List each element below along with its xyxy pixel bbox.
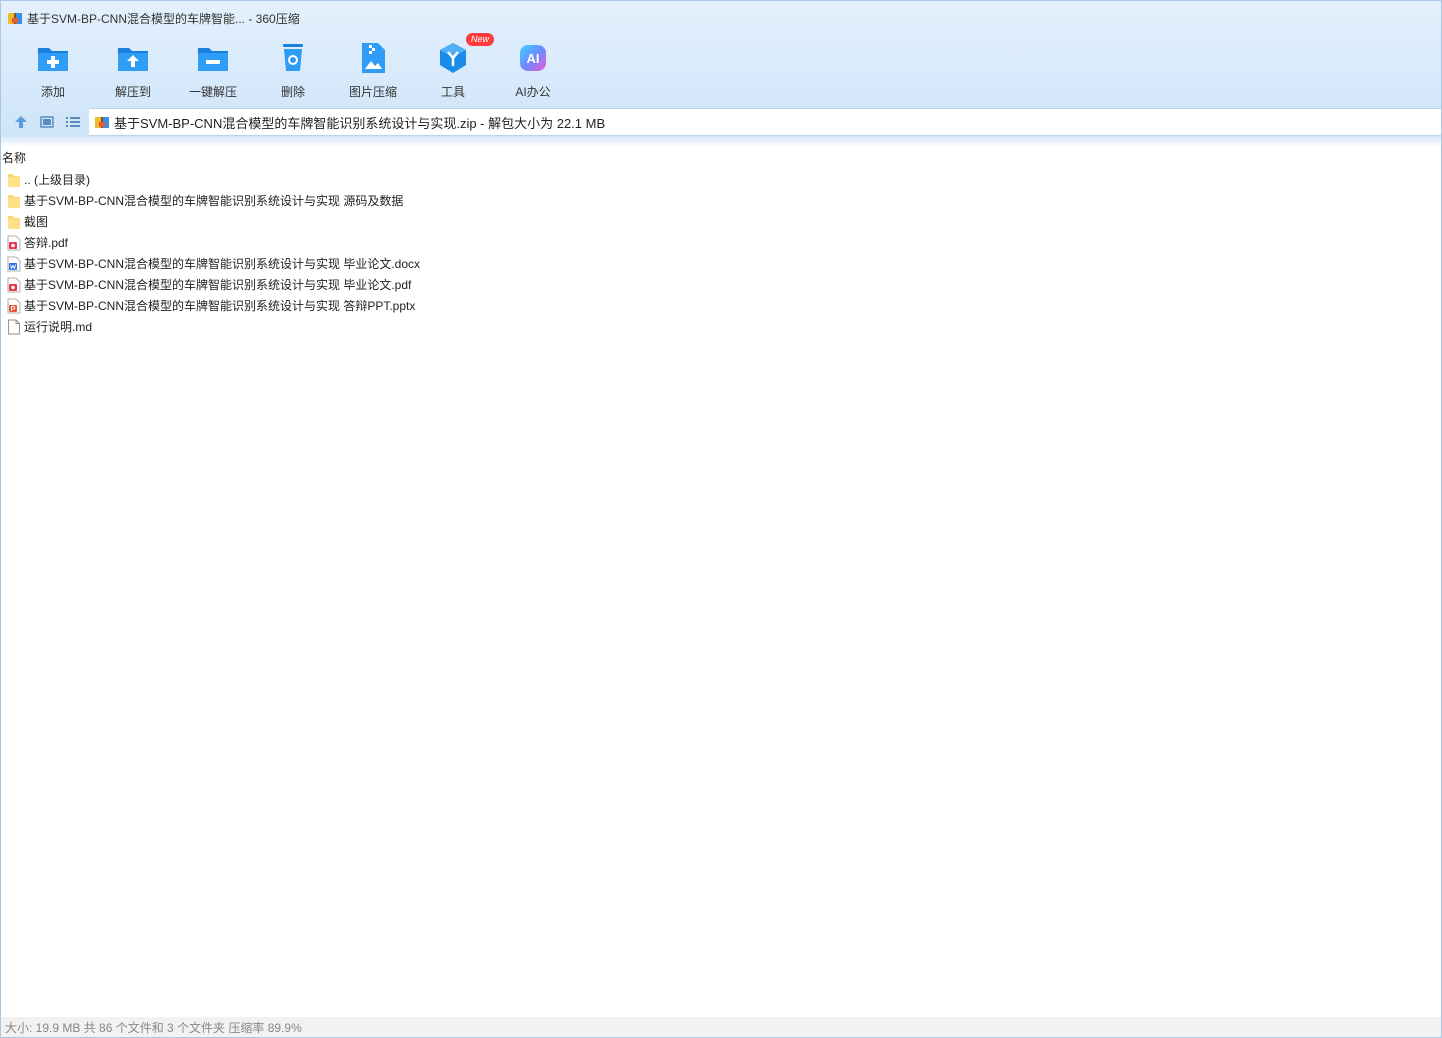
- app-window: 基于SVM-BP-CNN混合模型的车牌智能... - 360压缩 添加 解压到 …: [0, 0, 1442, 1038]
- list-item[interactable]: 基于SVM-BP-CNN混合模型的车牌智能识别系统设计与实现 毕业论文.docx: [1, 253, 1441, 274]
- tools-button[interactable]: New 工具: [413, 33, 495, 99]
- add-folder-icon: [35, 40, 71, 76]
- list-item[interactable]: 运行说明.md: [1, 316, 1441, 337]
- one-click-extract-label: 一键解压: [188, 85, 237, 99]
- file-name: 答辩.pdf: [24, 236, 69, 250]
- image-compress-icon: [355, 40, 391, 76]
- pdf-file-icon: [7, 235, 21, 251]
- address-bar[interactable]: 基于SVM-BP-CNN混合模型的车牌智能识别系统设计与实现.zip - 解包大…: [89, 108, 1441, 136]
- up-level-button[interactable]: [13, 114, 29, 130]
- new-badge: New: [466, 33, 495, 46]
- list-item[interactable]: 基于SVM-BP-CNN混合模型的车牌智能识别系统设计与实现 毕业论文.pdf: [1, 274, 1441, 295]
- tools-cube-icon: [435, 40, 471, 76]
- extract-to-button[interactable]: 解压到: [93, 37, 173, 99]
- folder-icon: [7, 193, 21, 209]
- status-text: 大小: 19.9 MB 共 86 个文件和 3 个文件夹 压缩率 89.9%: [5, 1020, 302, 1035]
- tools-label: 工具: [440, 85, 465, 99]
- file-name: 基于SVM-BP-CNN混合模型的车牌智能识别系统设计与实现 答辩PPT.ppt…: [24, 299, 416, 313]
- thumbnail-view-icon[interactable]: [39, 114, 55, 130]
- list-item[interactable]: 基于SVM-BP-CNN混合模型的车牌智能识别系统设计与实现 答辩PPT.ppt…: [1, 295, 1441, 316]
- window-title: 基于SVM-BP-CNN混合模型的车牌智能... - 360压缩: [27, 11, 300, 26]
- ai-office-icon: AI: [515, 40, 551, 76]
- file-list: .. (上级目录) 基于SVM-BP-CNN混合模型的车牌智能识别系统设计与实现…: [1, 169, 1441, 337]
- pptx-file-icon: [7, 298, 21, 314]
- list-item[interactable]: 基于SVM-BP-CNN混合模型的车牌智能识别系统设计与实现 源码及数据: [1, 190, 1441, 211]
- nav-bar: 基于SVM-BP-CNN混合模型的车牌智能识别系统设计与实现.zip - 解包大…: [1, 107, 1441, 137]
- ai-office-label: AI办公: [515, 85, 551, 99]
- list-item[interactable]: .. (上级目录): [1, 169, 1441, 190]
- ai-office-button[interactable]: AI AI办公: [493, 37, 573, 99]
- list-item[interactable]: 截图: [1, 211, 1441, 232]
- header-separator: [1, 137, 1441, 147]
- image-compress-button[interactable]: 图片压缩: [333, 37, 413, 99]
- file-name: 基于SVM-BP-CNN混合模型的车牌智能识别系统设计与实现 毕业论文.docx: [24, 257, 421, 271]
- extract-to-label: 解压到: [114, 85, 151, 99]
- image-compress-label: 图片压缩: [348, 85, 397, 99]
- docx-file-icon: [7, 256, 21, 272]
- list-view-icon[interactable]: [65, 114, 81, 130]
- file-name: 截图: [24, 215, 49, 229]
- extract-to-icon: [115, 40, 151, 76]
- add-button[interactable]: 添加: [13, 37, 93, 99]
- toolbar: 添加 解压到 一键解压 删除 图片压缩 New 工具 AI AI办公: [13, 33, 573, 99]
- pdf-file-icon: [7, 277, 21, 293]
- svg-text:AI: AI: [527, 51, 540, 66]
- zip-archive-icon: [7, 10, 23, 26]
- file-name: 运行说明.md: [24, 320, 93, 334]
- zip-archive-icon: [94, 114, 110, 130]
- title-bar: 基于SVM-BP-CNN混合模型的车牌智能... - 360压缩: [7, 8, 300, 28]
- archive-path: 基于SVM-BP-CNN混合模型的车牌智能识别系统设计与实现.zip - 解包大…: [114, 115, 606, 131]
- text-file-icon: [7, 319, 21, 335]
- file-name: 基于SVM-BP-CNN混合模型的车牌智能识别系统设计与实现 源码及数据: [24, 194, 404, 208]
- add-label: 添加: [40, 85, 65, 99]
- one-click-extract-icon: [195, 40, 231, 76]
- header: 基于SVM-BP-CNN混合模型的车牌智能... - 360压缩 添加 解压到 …: [1, 1, 1441, 145]
- trash-icon: [275, 40, 311, 76]
- file-name: 基于SVM-BP-CNN混合模型的车牌智能识别系统设计与实现 毕业论文.pdf: [24, 278, 412, 292]
- folder-icon: [7, 172, 21, 188]
- delete-button[interactable]: 删除: [253, 37, 333, 99]
- file-name: .. (上级目录): [24, 173, 90, 187]
- list-item[interactable]: 答辩.pdf: [1, 232, 1441, 253]
- one-click-extract-button[interactable]: 一键解压: [173, 37, 253, 99]
- delete-label: 删除: [280, 85, 305, 99]
- column-header-name[interactable]: 名称: [2, 149, 26, 165]
- folder-icon: [7, 214, 21, 230]
- status-bar: 大小: 19.9 MB 共 86 个文件和 3 个文件夹 压缩率 89.9%: [1, 1017, 1441, 1037]
